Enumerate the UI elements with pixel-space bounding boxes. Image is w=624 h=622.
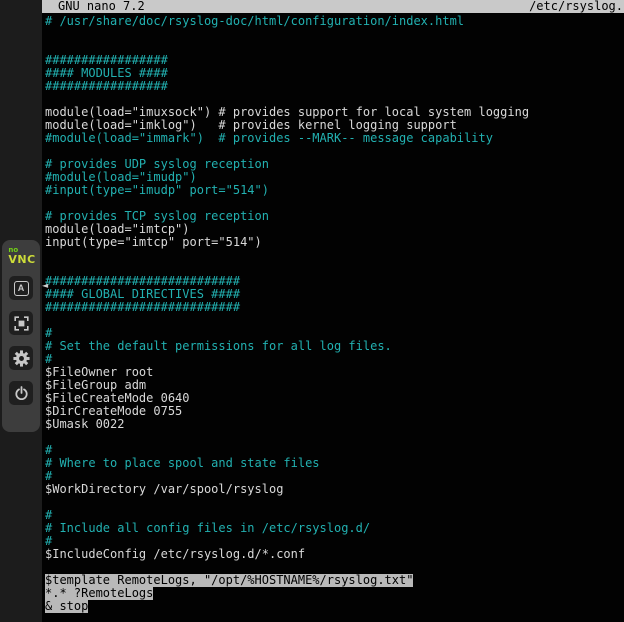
keyboard-a-icon: A — [14, 281, 29, 296]
terminal-line — [45, 197, 624, 210]
terminal-line: $WorkDirectory /var/spool/rsyslog — [45, 483, 624, 496]
terminal-line: # — [45, 444, 624, 457]
terminal-line — [45, 28, 624, 41]
fullscreen-icon — [14, 316, 29, 331]
nano-version-label: GNU nano 7.2 — [58, 0, 145, 13]
terminal-line: ################# — [45, 80, 624, 93]
terminal-line: $FileCreateMode 0640 — [45, 392, 624, 405]
nano-titlebar: GNU nano 7.2 /etc/rsyslog. — [42, 0, 624, 13]
editor-buffer[interactable]: # /usr/share/doc/rsyslog-doc/html/config… — [42, 13, 624, 613]
terminal-line: # Where to place spool and state files — [45, 457, 624, 470]
terminal-line: # — [45, 353, 624, 366]
terminal-line: $IncludeConfig /etc/rsyslog.d/*.conf — [45, 548, 624, 561]
terminal-line — [45, 93, 624, 106]
terminal-line: # — [45, 535, 624, 548]
terminal-screen[interactable]: GNU nano 7.2 /etc/rsyslog. # /usr/share/… — [42, 0, 624, 622]
terminal-line — [45, 561, 624, 574]
terminal-line: $template RemoteLogs, "/opt/%HOSTNAME%/r… — [45, 574, 624, 587]
novnc-logo: no VNC — [8, 247, 35, 265]
terminal-line: ################# — [45, 54, 624, 67]
terminal-line: # provides TCP syslog reception — [45, 210, 624, 223]
terminal-line — [45, 41, 624, 54]
nano-filename-label: /etc/rsyslog. — [529, 0, 623, 13]
terminal-line — [45, 249, 624, 262]
terminal-line: input(type="imtcp" port="514") — [45, 236, 624, 249]
terminal-line: #module(load="immark") # provides --MARK… — [45, 132, 624, 145]
terminal-line: # — [45, 327, 624, 340]
terminal-line: ########################### — [45, 275, 624, 288]
novnc-control-bar: no VNC A — [2, 240, 40, 432]
keyboard-button[interactable]: A — [9, 276, 33, 300]
novnc-logo-vnc: VNC — [8, 254, 35, 265]
terminal-line: # — [45, 509, 624, 522]
power-icon — [14, 386, 29, 401]
disconnect-button[interactable] — [9, 381, 33, 405]
terminal-line: # provides UDP syslog reception — [45, 158, 624, 171]
terminal-line: $Umask 0022 — [45, 418, 624, 431]
terminal-line — [45, 431, 624, 444]
terminal-line — [45, 262, 624, 275]
terminal-line: # — [45, 470, 624, 483]
terminal-line — [45, 314, 624, 327]
terminal-line: #input(type="imudp" port="514") — [45, 184, 624, 197]
terminal-line: # Set the default permissions for all lo… — [45, 340, 624, 353]
terminal-line: #### MODULES #### — [45, 67, 624, 80]
terminal-line: ########################### — [45, 301, 624, 314]
terminal-line: $FileOwner root — [45, 366, 624, 379]
terminal-line: $FileGroup adm — [45, 379, 624, 392]
fullscreen-button[interactable] — [9, 311, 33, 335]
terminal-line: # /usr/share/doc/rsyslog-doc/html/config… — [45, 15, 624, 28]
terminal-line: module(load="imklog") # provides kernel … — [45, 119, 624, 132]
terminal-line: module(load="imtcp") — [45, 223, 624, 236]
terminal-line: *.* ?RemoteLogs — [45, 587, 624, 600]
terminal-line: module(load="imuxsock") # provides suppo… — [45, 106, 624, 119]
terminal-line: #module(load="imudp") — [45, 171, 624, 184]
gear-icon — [13, 350, 30, 367]
terminal-line: # Include all config files in /etc/rsysl… — [45, 522, 624, 535]
terminal-line: $DirCreateMode 0755 — [45, 405, 624, 418]
terminal-line: & stop — [45, 600, 624, 613]
control-bar-handle[interactable]: ◄ — [42, 282, 48, 290]
terminal-line: #### GLOBAL DIRECTIVES #### — [45, 288, 624, 301]
terminal-line — [45, 496, 624, 509]
terminal-line — [45, 145, 624, 158]
settings-button[interactable] — [9, 346, 33, 370]
